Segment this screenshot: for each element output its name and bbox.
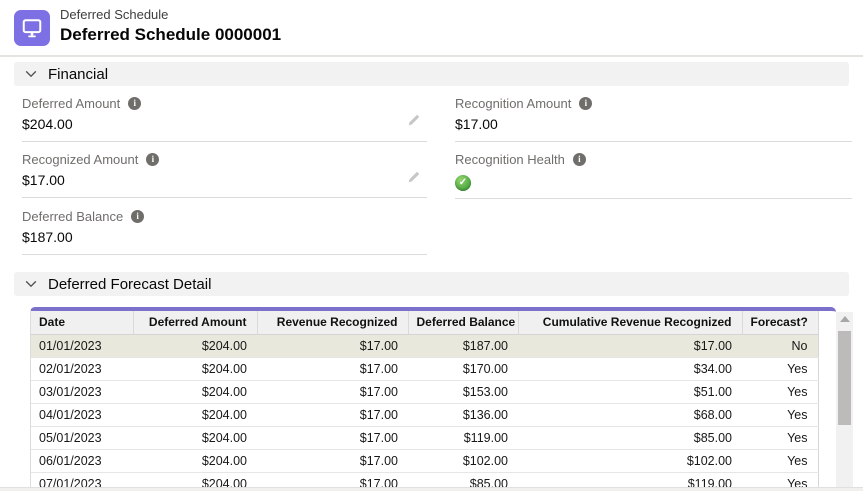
table-cell: $17.00 [257, 449, 408, 472]
field-deferred-balance: Deferred Balance i $187.00 [22, 199, 427, 255]
field-recognition-amount: Recognition Amount i $17.00 [455, 86, 852, 142]
column-header-deferred-balance[interactable]: Deferred Balance [408, 311, 518, 334]
section-header-financial[interactable]: Financial [14, 62, 849, 86]
field-label: Recognition Health [455, 152, 565, 167]
table-cell: $34.00 [518, 357, 742, 380]
table-cell: $68.00 [518, 403, 742, 426]
object-label: Deferred Schedule [60, 7, 281, 23]
forecast-table: DateDeferred AmountRevenue RecognizedDef… [31, 311, 819, 487]
table-cell: Yes [742, 426, 818, 449]
bottom-edge-strip [0, 487, 863, 491]
table-cell: Yes [742, 472, 818, 487]
field-deferred-amount: Deferred Amount i $204.00 [22, 86, 427, 142]
field-value: ✓ [455, 171, 852, 199]
chevron-down-icon [24, 67, 38, 81]
section-title: Deferred Forecast Detail [48, 276, 211, 293]
table-row[interactable]: 01/01/2023$204.00$17.00$187.00$17.00No [31, 334, 818, 357]
table-cell: 01/01/2023 [31, 334, 133, 357]
table-cell: $119.00 [408, 426, 518, 449]
table-cell: 02/01/2023 [31, 357, 133, 380]
table-cell: $204.00 [133, 334, 257, 357]
table-cell: 06/01/2023 [31, 449, 133, 472]
field-value: $204.00 [22, 115, 427, 142]
info-icon[interactable]: i [579, 97, 592, 110]
table-row[interactable]: 06/01/2023$204.00$17.00$102.00$102.00Yes [31, 449, 818, 472]
column-header-date[interactable]: Date [31, 311, 133, 334]
column-header-deferred-amount[interactable]: Deferred Amount [133, 311, 257, 334]
field-value: $17.00 [22, 171, 427, 198]
table-cell: $204.00 [133, 380, 257, 403]
table-cell: $119.00 [518, 472, 742, 487]
field-label: Recognized Amount [22, 152, 138, 167]
table-cell: 05/01/2023 [31, 426, 133, 449]
table-cell: Yes [742, 449, 818, 472]
table-cell: No [742, 334, 818, 357]
table-cell: Yes [742, 380, 818, 403]
column-header-cumulative-revenue-recognized[interactable]: Cumulative Revenue Recognized [518, 311, 742, 334]
column-header-forecast-[interactable]: Forecast? [742, 311, 818, 334]
table-cell: $102.00 [408, 449, 518, 472]
edit-pencil-button[interactable] [407, 170, 421, 189]
scroll-up-button[interactable] [840, 316, 850, 322]
chevron-down-icon [24, 277, 38, 291]
table-row[interactable]: 02/01/2023$204.00$17.00$170.00$34.00Yes [31, 357, 818, 380]
table-header-row: DateDeferred AmountRevenue RecognizedDef… [31, 311, 818, 334]
field-label: Deferred Amount [22, 96, 120, 111]
record-header: Deferred Schedule Deferred Schedule 0000… [0, 0, 863, 57]
table-row[interactable]: 07/01/2023$204.00$17.00$85.00$119.00Yes [31, 472, 818, 487]
table-row[interactable]: 03/01/2023$204.00$17.00$153.00$51.00Yes [31, 380, 818, 403]
table-cell: $85.00 [518, 426, 742, 449]
table-cell: $204.00 [133, 472, 257, 487]
table-row[interactable]: 04/01/2023$204.00$17.00$136.00$68.00Yes [31, 403, 818, 426]
field-recognized-amount: Recognized Amount i $17.00 [22, 142, 427, 199]
field-value: $187.00 [22, 228, 427, 255]
info-icon[interactable]: i [573, 153, 586, 166]
field-label: Deferred Balance [22, 209, 123, 224]
table-row[interactable]: 05/01/2023$204.00$17.00$119.00$85.00Yes [31, 426, 818, 449]
info-icon[interactable]: i [131, 210, 144, 223]
field-label: Recognition Amount [455, 96, 571, 111]
scrollbar-thumb[interactable] [838, 331, 851, 425]
table-cell: $17.00 [518, 334, 742, 357]
page-title: Deferred Schedule 0000001 [60, 23, 281, 47]
forecast-table-container: DateDeferred AmountRevenue RecognizedDef… [30, 307, 853, 487]
field-value: $17.00 [455, 115, 852, 142]
table-cell: $17.00 [257, 380, 408, 403]
table-cell: $170.00 [408, 357, 518, 380]
table-cell: Yes [742, 403, 818, 426]
column-header-revenue-recognized[interactable]: Revenue Recognized [257, 311, 408, 334]
table-cell: 03/01/2023 [31, 380, 133, 403]
info-icon[interactable]: i [146, 153, 159, 166]
table-cell: $153.00 [408, 380, 518, 403]
desktop-monitor-icon [14, 10, 50, 46]
table-cell: $136.00 [408, 403, 518, 426]
table-cell: Yes [742, 357, 818, 380]
edit-pencil-button[interactable] [407, 113, 421, 132]
table-cell: $204.00 [133, 357, 257, 380]
table-cell: 04/01/2023 [31, 403, 133, 426]
table-cell: $85.00 [408, 472, 518, 487]
green-check-icon: ✓ [455, 175, 471, 191]
financial-fields: Deferred Amount i $204.00 Recognition Am… [0, 86, 863, 255]
section-title: Financial [48, 66, 108, 83]
table-cell: 07/01/2023 [31, 472, 133, 487]
table-cell: $17.00 [257, 357, 408, 380]
table-cell: $204.00 [133, 403, 257, 426]
table-cell: $102.00 [518, 449, 742, 472]
field-recognition-health: Recognition Health i ✓ [455, 142, 852, 199]
section-header-forecast[interactable]: Deferred Forecast Detail [14, 272, 849, 296]
table-cell: $204.00 [133, 449, 257, 472]
table-cell: $17.00 [257, 472, 408, 487]
vertical-scrollbar[interactable] [836, 312, 853, 487]
table-cell: $51.00 [518, 380, 742, 403]
table-cell: $17.00 [257, 426, 408, 449]
table-cell: $187.00 [408, 334, 518, 357]
table-cell: $17.00 [257, 334, 408, 357]
table-cell: $17.00 [257, 403, 408, 426]
table-cell: $204.00 [133, 426, 257, 449]
info-icon[interactable]: i [128, 97, 141, 110]
